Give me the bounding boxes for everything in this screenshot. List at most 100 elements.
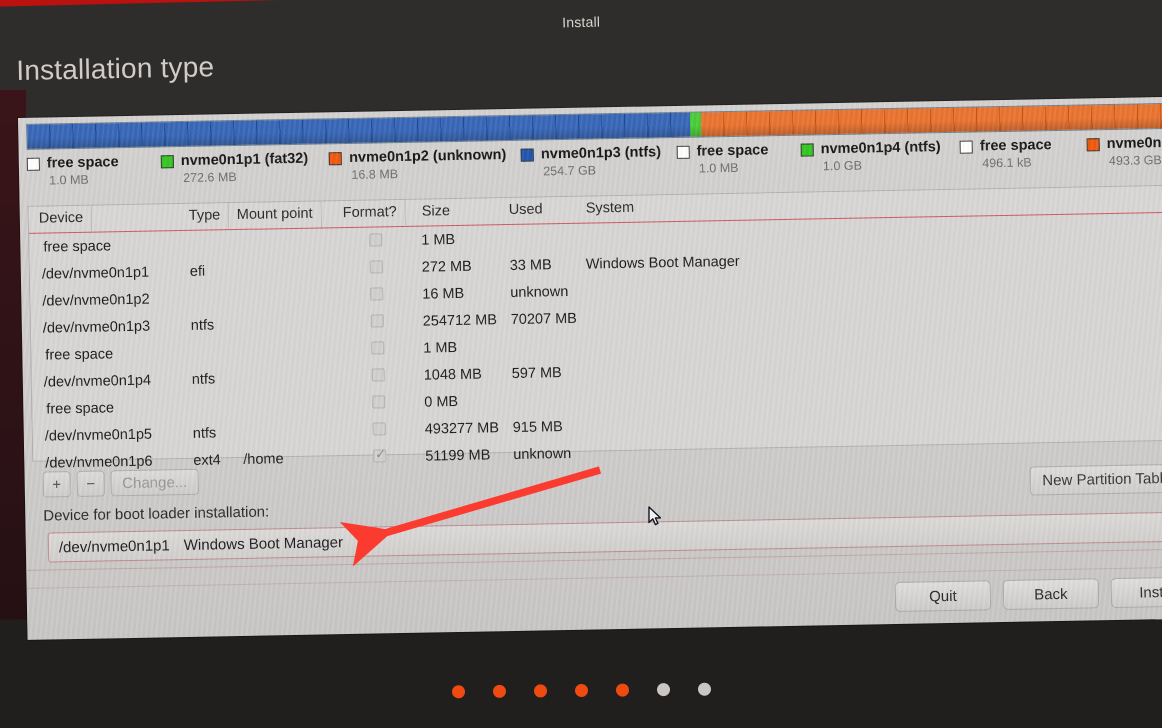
cell-type: ntfs (190, 317, 215, 334)
legend-item-name: nvme0n1p5 (ntfs) (1106, 134, 1162, 153)
back-button[interactable]: Back (1002, 578, 1100, 611)
cell-used: 597 MB (511, 365, 562, 382)
legend-color-swatch-icon (1086, 137, 1100, 151)
column-divider[interactable] (404, 199, 407, 226)
quit-button[interactable]: Quit (894, 580, 992, 613)
legend-item-name: nvme0n1p1 (fat32) (180, 150, 309, 170)
install-now-button[interactable]: Install (1110, 576, 1162, 609)
cell-device: /dev/nvme0n1p2 (42, 291, 150, 310)
legend-color-swatch-icon (26, 157, 40, 171)
bootloader-device-description: Windows Boot Manager (183, 534, 344, 555)
column-divider[interactable] (320, 201, 322, 228)
format-checkbox[interactable] (372, 422, 386, 436)
legend-item-name: free space (979, 137, 1052, 155)
progress-dot (533, 684, 547, 698)
add-partition-button[interactable]: + (42, 471, 71, 498)
cell-used: 915 MB (512, 419, 563, 436)
legend-item-name: nvme0n1p4 (ntfs) (820, 139, 941, 158)
cell-type: ntfs (191, 371, 216, 388)
legend-color-swatch-icon (329, 151, 343, 165)
cell-size: 16 MB (422, 285, 465, 303)
cell-used: 70207 MB (510, 310, 578, 329)
legend-item-size: 254.7 GB (543, 163, 597, 179)
legend-item: free space 1.0 MB (26, 153, 162, 188)
cell-used: unknown (513, 445, 572, 463)
format-checkbox[interactable] (370, 314, 384, 328)
legend-item-size: 1.0 GB (822, 158, 863, 174)
format-checkbox[interactable] (370, 287, 384, 301)
legend-item: nvme0n1p5 (ntfs)493.3 GB (1086, 134, 1162, 169)
legend-item: nvme0n1p3 (ntfs) 254.7 GB (520, 144, 677, 179)
legend-item: free space 496.1 kB (959, 136, 1087, 170)
legend-color-swatch-icon (959, 140, 974, 154)
column-header-device[interactable]: Device (39, 205, 93, 232)
partition-bar-segment[interactable] (690, 112, 702, 137)
legend-item-size: 493.3 GB (1108, 153, 1162, 169)
remove-partition-button[interactable]: − (76, 470, 105, 497)
cell-used: 33 MB (509, 257, 552, 275)
legend-item-name: free space (46, 154, 119, 172)
format-checkbox[interactable] (369, 233, 383, 247)
new-partition-table-button[interactable]: New Partition Table... (1029, 463, 1162, 496)
cell-size: 254712 MB (422, 312, 498, 330)
legend-color-swatch-icon (520, 148, 535, 162)
column-divider[interactable] (228, 203, 230, 230)
bootloader-device-path: /dev/nvme0n1p1 (58, 537, 170, 557)
progress-dot (492, 684, 506, 698)
cell-size: 1048 MB (423, 366, 482, 384)
format-checkbox[interactable] (372, 395, 386, 409)
cell-type: efi (189, 263, 206, 280)
column-divider[interactable] (90, 205, 93, 232)
format-checkbox[interactable] (369, 260, 383, 274)
partition-bar-segment[interactable] (27, 112, 691, 149)
column-header-mount-point[interactable]: Mount point (237, 201, 322, 228)
partition-bar-segment[interactable] (700, 103, 1162, 137)
partition-table[interactable]: Device Type Mount point Format? Size Used Syst… (27, 184, 1162, 472)
cell-size: 1 MB (421, 232, 456, 249)
cell-size: 0 MB (424, 393, 459, 411)
cell-system: Windows Boot Manager (585, 253, 740, 273)
legend-color-swatch-icon (160, 154, 174, 168)
cell-size: 272 MB (421, 258, 472, 276)
legend-item-size: 1.0 MB (698, 160, 739, 176)
format-checkbox[interactable] (371, 368, 385, 382)
progress-dot (656, 683, 670, 697)
format-checkbox[interactable] (373, 449, 387, 463)
column-header-type[interactable]: Type (189, 203, 230, 230)
column-header-size[interactable]: Size (422, 203, 451, 220)
legend-item-size: 16.8 MB (351, 167, 399, 182)
bootloader-device-value: /dev/nvme0n1p1 Windows Boot Manager (59, 534, 343, 556)
progress-dot (615, 683, 629, 697)
cell-device: /dev/nvme0n1p4 (43, 372, 152, 391)
bootloader-label: Device for boot loader installation: (43, 503, 270, 525)
legend-item: nvme0n1p4 (ntfs) 1.0 GB (800, 139, 961, 174)
cell-type: ntfs (192, 425, 217, 442)
legend-item-size: 1.0 MB (49, 172, 89, 188)
cell-device: free space (45, 346, 114, 364)
legend-color-swatch-icon (800, 142, 814, 157)
legend-item-size: 272.6 MB (182, 170, 237, 185)
column-header-system[interactable]: System (586, 200, 635, 217)
cell-type: ext4 (193, 452, 221, 469)
legend-item: nvme0n1p1 (fat32) 272.6 MB (160, 150, 330, 185)
progress-dot (697, 682, 711, 696)
table-body[interactable]: free space 1 MB/dev/nvme0n1p1 efi 272 MB 33 … (29, 212, 1162, 478)
cell-device: /dev/nvme0n1p5 (44, 426, 153, 445)
installation-type-dialog: free space 1.0 MB nvme0n1p1 (fat32) 272.6 M… (18, 96, 1162, 640)
cell-size: 1 MB (423, 339, 458, 357)
page-title: Installation type (16, 51, 215, 86)
dialog-action-buttons[interactable]: Quit Back Install (894, 576, 1162, 613)
legend-item: nvme0n1p2 (unknown) 16.8 MB (329, 147, 521, 183)
change-partition-button[interactable]: Change... (110, 468, 199, 497)
cell-device: /dev/nvme0n1p3 (42, 318, 151, 337)
legend-item-name: free space (696, 142, 769, 160)
column-header-used[interactable]: Used (509, 201, 543, 218)
cell-device: free space (43, 238, 112, 256)
column-header-format[interactable]: Format? (343, 199, 407, 226)
cell-size: 493277 MB (424, 420, 500, 438)
progress-dot (574, 683, 588, 698)
format-checkbox[interactable] (371, 341, 385, 355)
legend-item: free space 1.0 MB (676, 142, 801, 176)
cell-device: /dev/nvme0n1p1 (41, 264, 150, 283)
cell-size: 51199 MB (425, 447, 491, 465)
